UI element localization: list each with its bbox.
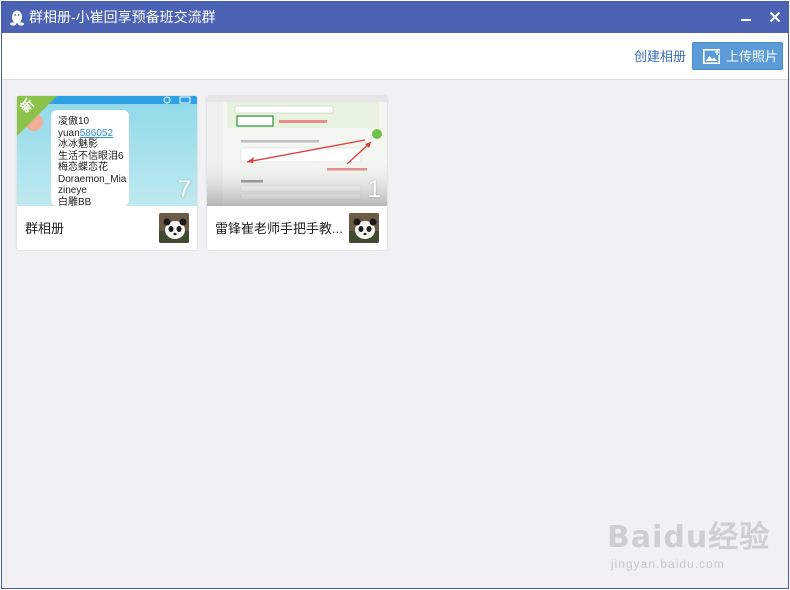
panda-avatar-icon — [349, 213, 379, 243]
album-cover-thumbnail: 1 — [207, 96, 387, 206]
upload-photo-label: 上传照片 — [726, 49, 779, 64]
chat-member-list: 凌傲10 yuan586052 冰冰魅影 生活不信眼泪6 梅恋蝶恋花 Dorae… — [58, 116, 128, 206]
watermark-url: jingyan.baidu.com — [611, 557, 725, 571]
member-line: 白雕BB — [58, 196, 92, 207]
album-cover-thumbnail: 新 凌傲10 yuan586052 冰冰魅影 生活不信眼泪6 梅恋蝶恋花 Dor… — [17, 96, 197, 206]
minimize-button[interactable] — [738, 9, 754, 25]
close-button[interactable] — [767, 9, 783, 25]
album-name: 群相册 — [25, 221, 65, 236]
group-album-window: 群相册-小崔回享预备班交流群 创建相册 上传照片 新 凌傲10 yuan5860… — [1, 1, 789, 589]
title-bar[interactable]: 群相册-小崔回享预备班交流群 — [2, 2, 788, 33]
album-toolbar: 创建相册 上传照片 — [2, 33, 788, 80]
create-album-link[interactable]: 创建相册 — [634, 49, 686, 65]
baidu-jingyan-watermark: Baidu经验 jingyan.baidu.com — [607, 507, 769, 577]
member-line: zineye — [58, 185, 87, 196]
photo-count: 7 — [177, 176, 191, 203]
photo-count: 1 — [367, 176, 381, 203]
member-line: 冰冰魅影 — [58, 139, 98, 150]
member-line: 生活不信眼泪6 — [58, 150, 124, 162]
window-title: 群相册-小崔回享预备班交流群 — [29, 9, 216, 25]
member-line: Doraemon_Mia — [58, 173, 127, 185]
panda-avatar-icon — [159, 213, 189, 243]
album-name: 雷锋崔老师手把手教... — [215, 221, 343, 236]
album-card-group-album[interactable]: 新 凌傲10 yuan586052 冰冰魅影 生活不信眼泪6 梅恋蝶恋花 Dor… — [17, 96, 197, 250]
upload-image-icon — [703, 49, 720, 64]
webpage-screenshot-image — [207, 96, 387, 206]
upload-photo-button[interactable]: 上传照片 — [692, 42, 783, 70]
member-line: 凌傲10 — [58, 116, 90, 127]
watermark-logo-text: Baidu经验 — [607, 520, 771, 555]
qq-penguin-icon — [10, 10, 24, 26]
album-card-tutorial[interactable]: 1 雷锋崔老师手把手教... — [207, 96, 387, 250]
member-line: 梅恋蝶恋花 — [58, 162, 108, 173]
member-line: yuan586052 — [58, 127, 114, 139]
